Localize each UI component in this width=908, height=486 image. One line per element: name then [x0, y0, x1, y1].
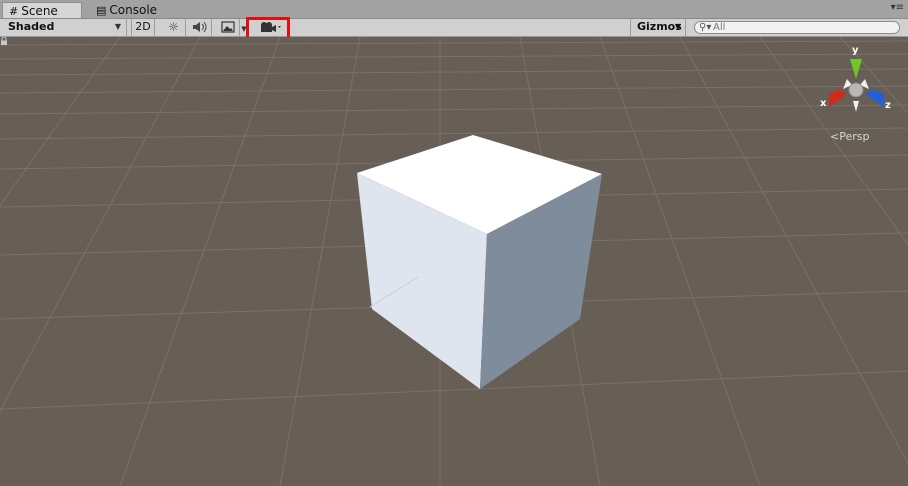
gizmo-y-label: y: [852, 45, 859, 56]
scene-toolbar: Shaded ▼ 2D ☼ ▼ Gizmos ▼ ⚲▾ All: [0, 19, 908, 37]
console-icon: ▤: [96, 4, 107, 17]
audio-toggle-button[interactable]: [188, 19, 212, 36]
toggle-2d-button[interactable]: 2D: [131, 19, 155, 36]
chevron-left-icon: <: [830, 130, 840, 143]
panel-menu-icon[interactable]: ▾≡: [891, 2, 904, 14]
speaker-icon: [192, 21, 206, 33]
image-icon: [220, 21, 235, 33]
search-placeholder: All: [713, 22, 726, 33]
projection-label: Persp: [839, 130, 870, 143]
sun-icon: ☼: [168, 20, 179, 34]
draw-mode-value: Shaded: [8, 20, 55, 33]
chevron-down-icon: ▼: [674, 22, 681, 31]
tab-console-label: Console: [109, 3, 158, 17]
search-input[interactable]: ⚲▾ All: [694, 21, 900, 34]
gizmo-x-label: x: [820, 98, 827, 109]
cube[interactable]: [357, 135, 602, 389]
search-icon: ⚲▾: [699, 22, 712, 33]
chevron-down-icon: ▼: [114, 22, 121, 31]
scene-viewport[interactable]: y x z <Persp: [0, 37, 908, 486]
gizmo-z-label: z: [885, 100, 891, 111]
tab-scene-label: Scene: [21, 4, 58, 18]
gizmos-dropdown[interactable]: Gizmos ▼: [630, 19, 686, 36]
effects-toggle-button[interactable]: [216, 19, 240, 36]
editor-tab-bar: # Scene ▤ Console ▾≡: [0, 0, 908, 19]
draw-mode-dropdown[interactable]: Shaded ▼: [0, 19, 127, 36]
lock-icon[interactable]: [0, 37, 8, 45]
tab-scene[interactable]: # Scene: [2, 2, 82, 18]
tab-console[interactable]: ▤ Console: [90, 2, 170, 18]
lighting-toggle-button[interactable]: ☼: [162, 19, 186, 36]
orientation-gizmo[interactable]: [829, 59, 884, 112]
grid-icon: #: [9, 5, 19, 18]
projection-toggle[interactable]: <Persp: [830, 130, 869, 143]
scene-grid: y x z: [0, 37, 908, 486]
